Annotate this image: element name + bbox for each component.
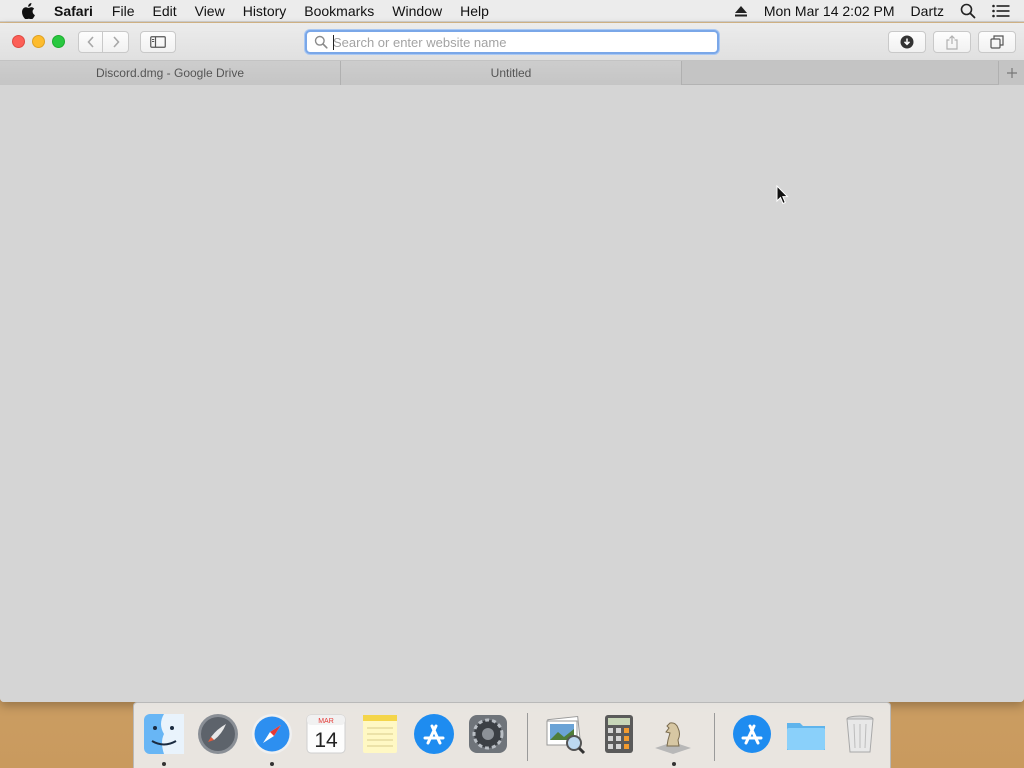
address-input[interactable]	[331, 33, 701, 51]
dock-finder-icon[interactable]	[141, 711, 187, 757]
plus-icon	[1006, 68, 1017, 78]
dock-launchpad-icon[interactable]	[195, 711, 241, 757]
apple-menu-icon[interactable]	[18, 0, 38, 22]
menu-user-name[interactable]: Dartz	[903, 0, 952, 22]
search-icon	[311, 32, 331, 52]
dock-calculator-icon[interactable]	[596, 711, 642, 757]
tab-overview-button[interactable]	[978, 31, 1016, 53]
dock-notes-icon[interactable]	[357, 711, 403, 757]
toolbar	[0, 23, 1024, 61]
menu-app-name[interactable]: Safari	[46, 0, 103, 22]
dock: MAR 14	[133, 702, 891, 768]
download-icon	[900, 35, 914, 49]
eject-icon[interactable]	[726, 5, 756, 17]
menu-view[interactable]: View	[186, 0, 234, 22]
dock-separator	[527, 713, 528, 761]
dock-running-indicator	[270, 762, 274, 766]
tab-overview-icon	[990, 35, 1004, 49]
menu-clock[interactable]: Mon Mar 14 2:02 PM	[756, 0, 903, 22]
dock-trash-icon[interactable]	[837, 711, 883, 757]
calendar-month-label: MAR	[318, 718, 334, 725]
dock-chess-icon[interactable]	[650, 711, 696, 757]
dock-folder-icon[interactable]	[783, 711, 829, 757]
share-button[interactable]	[933, 31, 971, 53]
chevron-right-icon	[112, 36, 120, 48]
dock-app-store-downloads-icon[interactable]	[729, 711, 775, 757]
dock-running-indicator	[162, 762, 166, 766]
address-bar[interactable]	[305, 30, 719, 54]
minimize-window-button[interactable]	[32, 35, 45, 48]
downloads-button[interactable]	[888, 31, 926, 53]
tab-bar-empty-area	[682, 61, 999, 84]
dock-preview-icon[interactable]	[542, 711, 588, 757]
tab-discord-dmg[interactable]: Discord.dmg - Google Drive	[0, 61, 341, 85]
safari-window: Discord.dmg - Google Drive Untitled	[0, 23, 1024, 702]
dock-calendar-icon[interactable]: MAR 14	[303, 711, 349, 757]
show-sidebar-button[interactable]	[140, 31, 176, 53]
dock-system-preferences-icon[interactable]	[465, 711, 511, 757]
tab-label: Untitled	[490, 66, 532, 80]
close-window-button[interactable]	[12, 35, 25, 48]
tab-bar: Discord.dmg - Google Drive Untitled	[0, 61, 1024, 85]
calendar-day-label: 14	[314, 729, 338, 752]
menu-help[interactable]: Help	[451, 0, 498, 22]
menu-window[interactable]: Window	[383, 0, 451, 22]
spotlight-search-icon[interactable]	[952, 3, 984, 19]
menu-file[interactable]: File	[103, 0, 144, 22]
dock-running-indicator	[672, 762, 676, 766]
dock-separator	[714, 713, 715, 761]
forward-button[interactable]	[103, 31, 129, 53]
menu-bar-status-area: Mon Mar 14 2:02 PM Dartz	[726, 0, 1024, 22]
text-caret	[333, 35, 334, 50]
chevron-left-icon	[86, 36, 94, 48]
back-button[interactable]	[78, 31, 103, 53]
new-tab-button[interactable]	[999, 61, 1024, 85]
tab-untitled[interactable]: Untitled	[341, 61, 682, 85]
share-icon	[946, 34, 958, 50]
tab-label: Discord.dmg - Google Drive	[95, 66, 245, 80]
dock-safari-icon[interactable]	[249, 711, 295, 757]
mouse-cursor-icon	[776, 184, 790, 205]
menu-history[interactable]: History	[234, 0, 296, 22]
menu-bookmarks[interactable]: Bookmarks	[295, 0, 383, 22]
zoom-window-button[interactable]	[52, 35, 65, 48]
notification-center-icon[interactable]	[984, 4, 1024, 18]
web-content-area[interactable]	[0, 85, 1024, 702]
dock-app-store-icon[interactable]	[411, 711, 457, 757]
sidebar-icon	[150, 36, 166, 48]
menu-edit[interactable]: Edit	[143, 0, 185, 22]
menu-bar: Safari File Edit View History Bookmarks …	[0, 0, 1024, 22]
